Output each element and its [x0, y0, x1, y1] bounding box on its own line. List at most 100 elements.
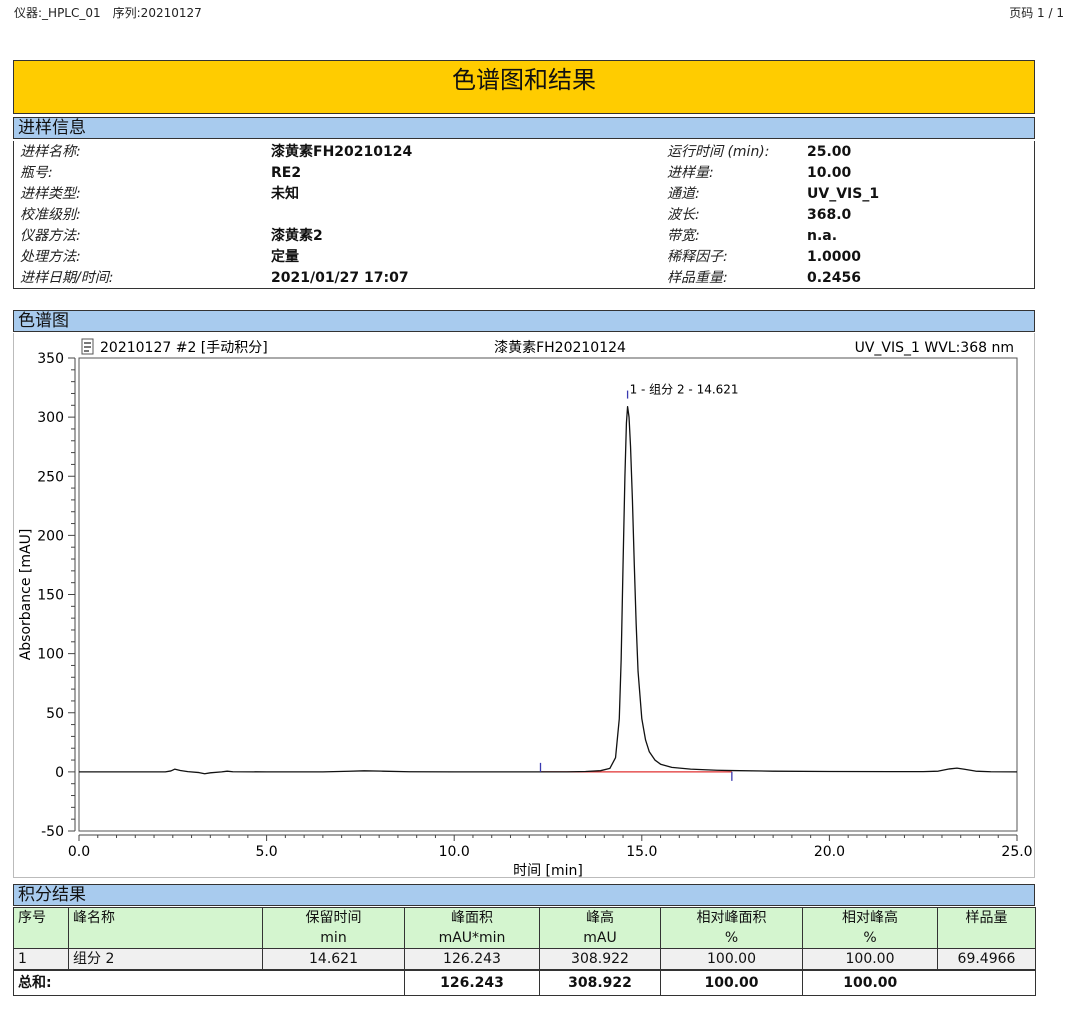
column-header-title: 相对峰高 [842, 910, 898, 926]
header-left: 仪器:_HPLC_01 序列:20210127 [14, 4, 202, 21]
info-value: n.a. [807, 228, 838, 244]
table-cell: 14.621 [262, 948, 405, 971]
y-tick-label: 200 [37, 528, 64, 544]
page-header: 仪器:_HPLC_01 序列:20210127 页码 1 / 1 [14, 4, 1064, 22]
column-header-unit [73, 928, 258, 948]
total-cell: 总和: [13, 969, 69, 996]
injection-info-panel: 进样名称: 漆黄素FH20210124 运行时间 (min): 25.00 瓶号: RE2… [13, 141, 1035, 289]
chromatogram-trace [79, 405, 1018, 775]
document-icon[interactable] [81, 338, 94, 355]
info-row: 进样名称: 漆黄素FH20210124 运行时间 (min): 25.00 [14, 142, 1034, 163]
column-header: 样品量 [937, 907, 1036, 949]
info-key: 进样类型: [20, 186, 81, 202]
column-header-title: 相对峰面积 [696, 910, 767, 926]
column-header-title: 峰名称 [73, 910, 115, 926]
y-tick-label: 100 [37, 647, 64, 663]
info-value: 未知 [271, 186, 299, 202]
info-key: 处理方法: [20, 249, 81, 265]
y-tick-label: 50 [46, 706, 64, 722]
table-row: 1 组分 2 14.621 126.243 308.922 100.00 100.00 69.… [13, 948, 1036, 971]
y-tick-label: 0 [55, 765, 64, 781]
total-cell: 126.243 [404, 969, 540, 996]
total-cell [68, 969, 263, 996]
results-table: 序号 峰名称 保留时间 min 峰面积 mAU*min 峰高 mAU 相对峰面积% 相对峰高%… [13, 907, 1036, 996]
table-cell: 100.00 [802, 948, 938, 971]
plot-area: 1 - 组分 2 - 14.621 [79, 383, 1018, 781]
table-cell: 126.243 [404, 948, 540, 971]
table-cell: 308.922 [539, 948, 661, 971]
info-value: 0.2456 [807, 270, 862, 286]
instrument-label: 仪器:_HPLC_01 [14, 6, 101, 20]
column-header-title: 序号 [18, 910, 46, 926]
info-row: 仪器方法: 漆黄素2 带宽: n.a. [14, 226, 1034, 247]
column-header: 峰名称 [68, 907, 263, 949]
results-heading: 积分结果 [13, 884, 1035, 906]
info-key: 运行时间 (min): [667, 144, 770, 160]
info-value: 漆黄素2 [271, 228, 323, 244]
info-row: 校准级别: 波长: 368.0 [14, 205, 1034, 226]
column-header: 序号 [13, 907, 69, 949]
column-header: 峰面积 mAU*min [404, 907, 540, 949]
info-key: 通道: [667, 186, 700, 202]
total-cell: 100.00 [802, 969, 938, 996]
info-row: 瓶号: RE2 进样量: 10.00 [14, 163, 1034, 184]
info-row: 进样类型: 未知 通道: UV_VIS_1 [14, 184, 1034, 205]
info-key: 进样日期/时间: [20, 270, 114, 286]
column-header: 保留时间 min [262, 907, 405, 949]
chart-header-left: 20210127 #2 [手动积分] [100, 340, 268, 356]
y-tick-label: 300 [37, 410, 64, 426]
info-row: 处理方法: 定量 稀释因子: 1.0000 [14, 247, 1034, 268]
x-axis-label: 时间 [min] [513, 863, 583, 879]
info-value: 漆黄素FH20210124 [271, 144, 413, 160]
y-axis-label: Absorbance [mAU] [18, 529, 34, 661]
x-tick-label: 25.0 [1001, 844, 1032, 860]
total-cell [262, 969, 405, 996]
injection-info-heading: 进样信息 [13, 117, 1035, 139]
chart-header-center: 漆黄素FH20210124 [494, 339, 626, 356]
info-row: 进样日期/时间: 2021/01/27 17:07 样品重量: 0.2456 [14, 268, 1034, 289]
info-key: 进样量: [667, 165, 714, 181]
total-cell: 308.922 [539, 969, 661, 996]
column-header-unit: mAU*min [438, 930, 506, 946]
info-key: 波长: [667, 207, 700, 223]
table-cell: 1 [13, 948, 69, 971]
column-header: 相对峰高% [802, 907, 938, 949]
info-key: 仪器方法: [20, 228, 81, 244]
info-key: 校准级别: [20, 207, 81, 223]
x-tick-label: 15.0 [626, 844, 657, 860]
info-value: UV_VIS_1 [807, 186, 880, 202]
plot-frame [78, 357, 1018, 832]
column-header: 峰高 mAU [539, 907, 661, 949]
x-tick-label: 0.0 [68, 844, 90, 860]
total-row: 总和: 126.243 308.922 100.00 100.00 [13, 969, 1036, 996]
column-header-unit: mAU [583, 930, 617, 946]
column-header-unit: % [724, 930, 739, 946]
chart-header-right: UV_VIS_1 WVL:368 nm [855, 340, 1014, 356]
y-axis: -50 0 50 100 150 200 250 300 350 [37, 351, 76, 840]
chart-header: 20210127 #2 [手动积分] 漆黄素FH20210124 UV_VIS_… [81, 338, 1014, 356]
info-value: 1.0000 [807, 249, 862, 265]
chromatogram-chart: 20210127 #2 [手动积分] 漆黄素FH20210124 UV_VIS_… [18, 338, 1033, 879]
x-tick-label: 5.0 [255, 844, 277, 860]
info-key: 带宽: [667, 228, 700, 244]
column-header-title: 样品量 [965, 910, 1008, 926]
column-header-unit: % [863, 930, 877, 946]
table-cell: 组分 2 [68, 948, 263, 971]
info-value: 368.0 [807, 207, 852, 223]
page-number: 页码 1 / 1 [1009, 6, 1064, 20]
info-key: 样品重量: [667, 270, 728, 286]
total-cell [937, 969, 1036, 996]
y-tick-label: -50 [41, 824, 64, 840]
y-tick-label: 250 [37, 469, 64, 485]
y-tick-label: 150 [37, 588, 64, 604]
x-tick-label: 20.0 [814, 844, 845, 860]
info-value: 25.00 [807, 144, 852, 160]
table-cell: 100.00 [660, 948, 803, 971]
column-header: 相对峰面积% [660, 907, 803, 949]
table-cell: 69.4966 [937, 948, 1036, 971]
column-header-unit: min [320, 930, 347, 946]
x-axis: 0.0 5.0 10.0 15.0 20.0 25.0 [68, 834, 1033, 860]
info-key: 瓶号: [20, 165, 53, 181]
info-key: 稀释因子: [667, 249, 728, 265]
column-header-unit [942, 928, 1031, 948]
